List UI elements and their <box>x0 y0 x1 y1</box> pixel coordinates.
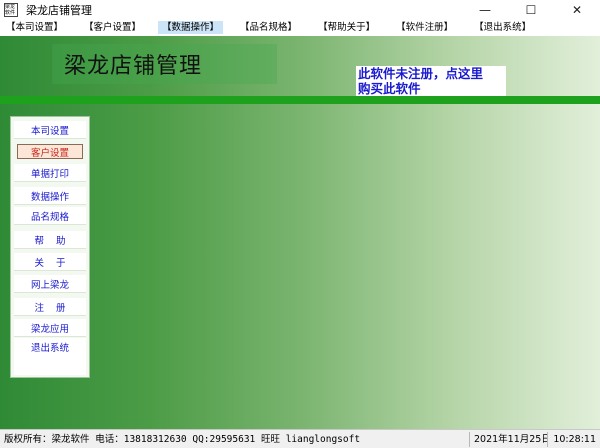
main-content: 梁龙店铺管理 此软件未注册，点这里 购买此软件 本司设置 客户设置 单据打印 数… <box>0 36 600 429</box>
menu-exit-system[interactable]: 【退出系统】 <box>470 21 535 34</box>
close-icon: ✕ <box>571 3 583 17</box>
sidebar-item-company-settings[interactable]: 本司设置 <box>14 121 86 139</box>
app-logo-icon: 梁龙软件 <box>4 3 18 17</box>
sidebar-item-customer-settings[interactable]: 客户设置 <box>17 144 83 159</box>
menu-help-about[interactable]: 【帮助关于】 <box>314 21 379 34</box>
app-banner-title: 梁龙店铺管理 <box>64 54 203 79</box>
menu-product-specs[interactable]: 【品名规格】 <box>236 21 301 34</box>
sidebar-blank-slot <box>14 355 86 375</box>
menu-customer-settings[interactable]: 【客户设置】 <box>80 21 145 34</box>
sidebar-item-exit-system[interactable]: 退出系统 <box>14 338 86 356</box>
close-button[interactable]: ✕ <box>554 0 600 20</box>
status-bar: 版权所有：梁龙软件 电话：13818312630 QQ:29595631 旺旺 … <box>0 429 600 448</box>
menu-software-register[interactable]: 【软件注册】 <box>392 21 457 34</box>
accent-stripe <box>0 96 600 104</box>
status-copyright: 版权所有：梁龙软件 电话：13818312630 QQ:29595631 旺旺 … <box>0 431 470 447</box>
sidebar-item-help[interactable]: 帮 助 <box>14 231 86 249</box>
menu-company-settings[interactable]: 【本司设置】 <box>2 21 67 34</box>
status-time: 10:28:11 <box>553 433 596 445</box>
minimize-button[interactable]: — <box>462 0 508 20</box>
app-logo-text: 梁龙软件 <box>5 4 16 16</box>
window-title: 梁龙店铺管理 <box>26 4 92 17</box>
maximize-button[interactable]: ☐ <box>508 0 554 20</box>
menu-data-operations[interactable]: 【数据操作】 <box>158 20 224 34</box>
maximize-icon: ☐ <box>525 3 537 17</box>
menu-bar: 【本司设置】 【客户设置】 【数据操作】 【品名规格】 【帮助关于】 【软件注册… <box>0 20 600 34</box>
title-bar: 梁龙软件 梁龙店铺管理 — ☐ ✕ <box>0 0 600 20</box>
sidebar-item-register[interactable]: 注 册 <box>14 298 86 316</box>
minimize-icon: — <box>479 3 491 17</box>
sidebar-item-lianglong-apps[interactable]: 梁龙应用 <box>14 319 86 337</box>
sidebar-item-data-operations[interactable]: 数据操作 <box>14 187 86 205</box>
sidebar-item-product-specs[interactable]: 品名规格 <box>14 207 86 225</box>
sidebar: 本司设置 客户设置 单据打印 数据操作 品名规格 帮 助 关 于 网上梁龙 注 … <box>10 116 90 378</box>
sidebar-item-online-lianglong[interactable]: 网上梁龙 <box>14 275 86 293</box>
sidebar-item-print-documents[interactable]: 单据打印 <box>14 164 86 182</box>
sidebar-item-about[interactable]: 关 于 <box>14 253 86 271</box>
status-date: 2021年11月25日 <box>470 431 548 447</box>
registration-notice-link[interactable]: 此软件未注册，点这里 购买此软件 <box>356 66 506 97</box>
window-controls: — ☐ ✕ <box>462 0 600 20</box>
